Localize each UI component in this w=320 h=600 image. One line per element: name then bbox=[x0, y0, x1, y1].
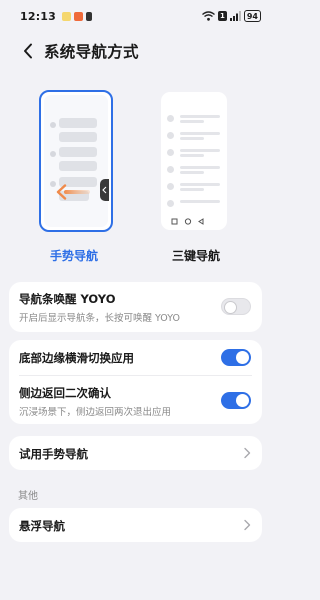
sim-indicator-icon bbox=[86, 11, 93, 21]
sim-card-icon: 1 bbox=[217, 11, 227, 21]
status-right-icons: 1 94 bbox=[202, 10, 261, 22]
wifi-icon bbox=[202, 11, 215, 21]
side-back-setting-subtitle: 沉浸场景下，侧边返回两次退出应用 bbox=[19, 407, 172, 418]
gesture-navigation-option[interactable] bbox=[39, 88, 113, 234]
preview-row-line bbox=[180, 154, 204, 157]
battery-indicator: 94 bbox=[243, 10, 261, 22]
three-key-bar-icon bbox=[171, 218, 204, 225]
preview-row-line bbox=[180, 115, 220, 118]
shield-icon bbox=[62, 11, 72, 21]
page-header: 系统导航方式 bbox=[0, 38, 271, 64]
preview-row-dot bbox=[167, 115, 174, 122]
status-notification-icons bbox=[62, 11, 93, 21]
status-bar: 12:13 1 94 bbox=[0, 0, 271, 32]
three-key-navigation-label[interactable]: 三键导航 bbox=[172, 247, 220, 264]
preview-row-line bbox=[180, 171, 204, 174]
yoyo-setting-title: 导航条唤醒 YOYO bbox=[19, 292, 116, 306]
app-notification-icon bbox=[74, 11, 84, 21]
preview-row-dot bbox=[167, 200, 174, 207]
preview-row-line bbox=[180, 149, 220, 152]
preview-row-dot bbox=[167, 166, 174, 173]
preview-row-dot bbox=[167, 132, 174, 139]
bottom-swipe-toggle[interactable] bbox=[221, 349, 251, 366]
swipe-back-arrow-icon bbox=[56, 184, 90, 200]
preview-row-bar bbox=[59, 161, 97, 171]
try-gesture-title: 试用手势导航 bbox=[19, 447, 88, 461]
preview-row-line bbox=[180, 166, 220, 169]
divider bbox=[19, 375, 252, 376]
yoyo-setting-card: 导航条唤醒 YOYO 开启后显示导航条，长按可唤醒 YOYO bbox=[9, 282, 262, 332]
yoyo-toggle[interactable] bbox=[221, 298, 251, 315]
bottom-swipe-setting-title: 底部边缘横滑切换应用 bbox=[19, 351, 134, 365]
preview-row-line bbox=[180, 132, 220, 135]
preview-row-line bbox=[180, 188, 204, 191]
back-button[interactable] bbox=[18, 40, 38, 62]
status-time: 12:13 bbox=[20, 9, 57, 23]
gesture-preview-phone bbox=[39, 90, 113, 232]
other-section-label: 其他 bbox=[18, 491, 38, 502]
preview-row-line bbox=[180, 137, 204, 140]
preview-row-dot bbox=[50, 122, 56, 128]
try-gesture-card[interactable]: 试用手势导航 bbox=[9, 436, 262, 470]
gesture-navigation-label[interactable]: 手势导航 bbox=[50, 247, 98, 264]
preview-row-dot bbox=[50, 151, 56, 157]
gesture-preview-screen bbox=[44, 95, 109, 227]
three-key-preview-phone bbox=[161, 92, 227, 230]
preview-row-line bbox=[180, 200, 220, 203]
gesture-options-card: 底部边缘横滑切换应用 侧边返回二次确认 沉浸场景下，侧边返回两次退出应用 bbox=[9, 340, 262, 424]
preview-row-bar bbox=[59, 147, 97, 157]
preview-row-dot bbox=[167, 149, 174, 156]
preview-row-bar bbox=[59, 118, 97, 128]
chevron-right-icon bbox=[244, 519, 251, 531]
floating-nav-title: 悬浮导航 bbox=[19, 519, 65, 533]
floating-nav-card[interactable]: 悬浮导航 bbox=[9, 508, 262, 542]
preview-row-bar bbox=[59, 132, 97, 142]
preview-row-line bbox=[180, 120, 204, 123]
three-key-navigation-option[interactable] bbox=[161, 92, 235, 238]
page-title: 系统导航方式 bbox=[44, 43, 139, 61]
side-back-toggle[interactable] bbox=[221, 392, 251, 409]
chevron-left-icon bbox=[24, 43, 32, 59]
signal-icon bbox=[229, 11, 241, 21]
yoyo-setting-subtitle: 开启后显示导航条，长按可唤醒 YOYO bbox=[19, 313, 181, 324]
preview-row-dot bbox=[167, 183, 174, 190]
preview-row-line bbox=[180, 183, 220, 186]
side-back-setting-title: 侧边返回二次确认 bbox=[19, 386, 111, 400]
edge-handle-icon bbox=[100, 179, 109, 201]
chevron-right-icon bbox=[244, 447, 251, 459]
